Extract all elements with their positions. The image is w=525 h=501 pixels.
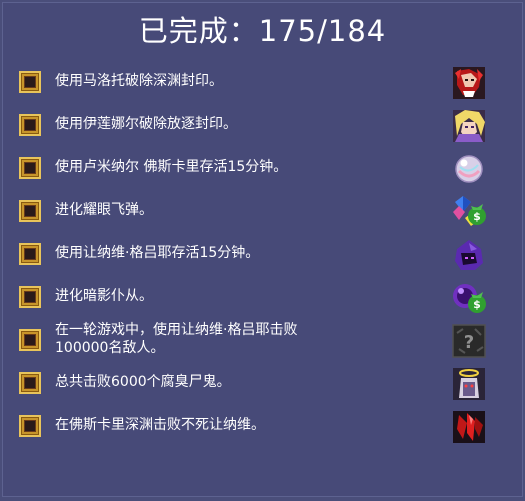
gem-money-bag-icon: $ — [453, 196, 486, 226]
achievement-item-7[interactable]: 在一轮游戏中，使用让纳维·格吕耶击败 100000名敌人。 ? — [17, 321, 497, 361]
svg-text:$: $ — [473, 210, 481, 223]
locked-question-icon: ? — [452, 324, 486, 358]
achievement-checkbox[interactable] — [19, 372, 41, 394]
blonde-character-icon — [453, 110, 485, 142]
achievement-checkbox[interactable] — [19, 329, 41, 351]
completion-header: 已完成：175/184 — [3, 13, 522, 49]
achievement-checkbox[interactable] — [19, 71, 41, 93]
achievement-item-1[interactable]: 使用马洛托破除深渊封印。 — [17, 63, 497, 103]
svg-text:$: $ — [473, 298, 481, 311]
achievement-item-8[interactable]: 总共击败6000个腐臭尸鬼。 — [17, 364, 497, 404]
purple-hooded-character-icon — [455, 240, 483, 270]
purple-orb-money-bag-icon: $ — [453, 284, 486, 313]
achievement-text: 总共击败6000个腐臭尸鬼。 — [55, 374, 231, 390]
achievement-item-3[interactable]: 使用卢米纳尔 佛斯卡里存活15分钟。 — [17, 149, 497, 189]
achievement-checkbox[interactable] — [19, 157, 41, 179]
completion-progress: 175/184 — [258, 14, 387, 48]
achievements-panel: 已完成：175/184 使用马洛托破除深渊封印。 使用伊莲娜尔破除放逐封印。 使… — [2, 2, 523, 497]
achievement-checkbox[interactable] — [19, 286, 41, 308]
red-haired-character-icon — [453, 67, 485, 99]
red-claw-icon — [453, 411, 485, 443]
achievement-item-4[interactable]: 进化耀眼飞弹。 $ — [17, 192, 497, 232]
completion-label: 已完成 — [138, 14, 229, 48]
achievement-checkbox[interactable] — [19, 415, 41, 437]
achievement-checkbox[interactable] — [19, 200, 41, 222]
achievement-checkbox[interactable] — [19, 243, 41, 265]
achievement-item-2[interactable]: 使用伊莲娜尔破除放逐封印。 — [17, 106, 497, 146]
achievement-text: 进化暗影仆从。 — [55, 288, 153, 304]
achievement-text: 使用让纳维·格吕耶存活15分钟。 — [55, 245, 260, 261]
pearl-orb-icon — [455, 155, 483, 183]
achievement-text: 进化耀眼飞弹。 — [55, 202, 153, 218]
svg-text:?: ? — [464, 332, 474, 353]
achievement-text: 使用卢米纳尔 佛斯卡里存活15分钟。 — [55, 159, 288, 175]
completion-separator: ： — [228, 14, 259, 48]
achievement-text: 在一轮游戏中，使用让纳维·格吕耶击败 100000名敌人。 — [55, 322, 298, 356]
achievement-text: 使用伊莲娜尔破除放逐封印。 — [55, 116, 237, 132]
achievement-item-5[interactable]: 使用让纳维·格吕耶存活15分钟。 — [17, 235, 497, 275]
achievement-item-9[interactable]: 在佛斯卡里深渊击败不死让纳维。 — [17, 407, 497, 447]
achievement-item-6[interactable]: 进化暗影仆从。 $ — [17, 278, 497, 318]
achievement-text: 在佛斯卡里深渊击败不死让纳维。 — [55, 417, 265, 433]
achievement-text: 使用马洛托破除深渊封印。 — [55, 73, 223, 89]
achievement-checkbox[interactable] — [19, 114, 41, 136]
angel-ghoul-icon — [453, 368, 485, 400]
